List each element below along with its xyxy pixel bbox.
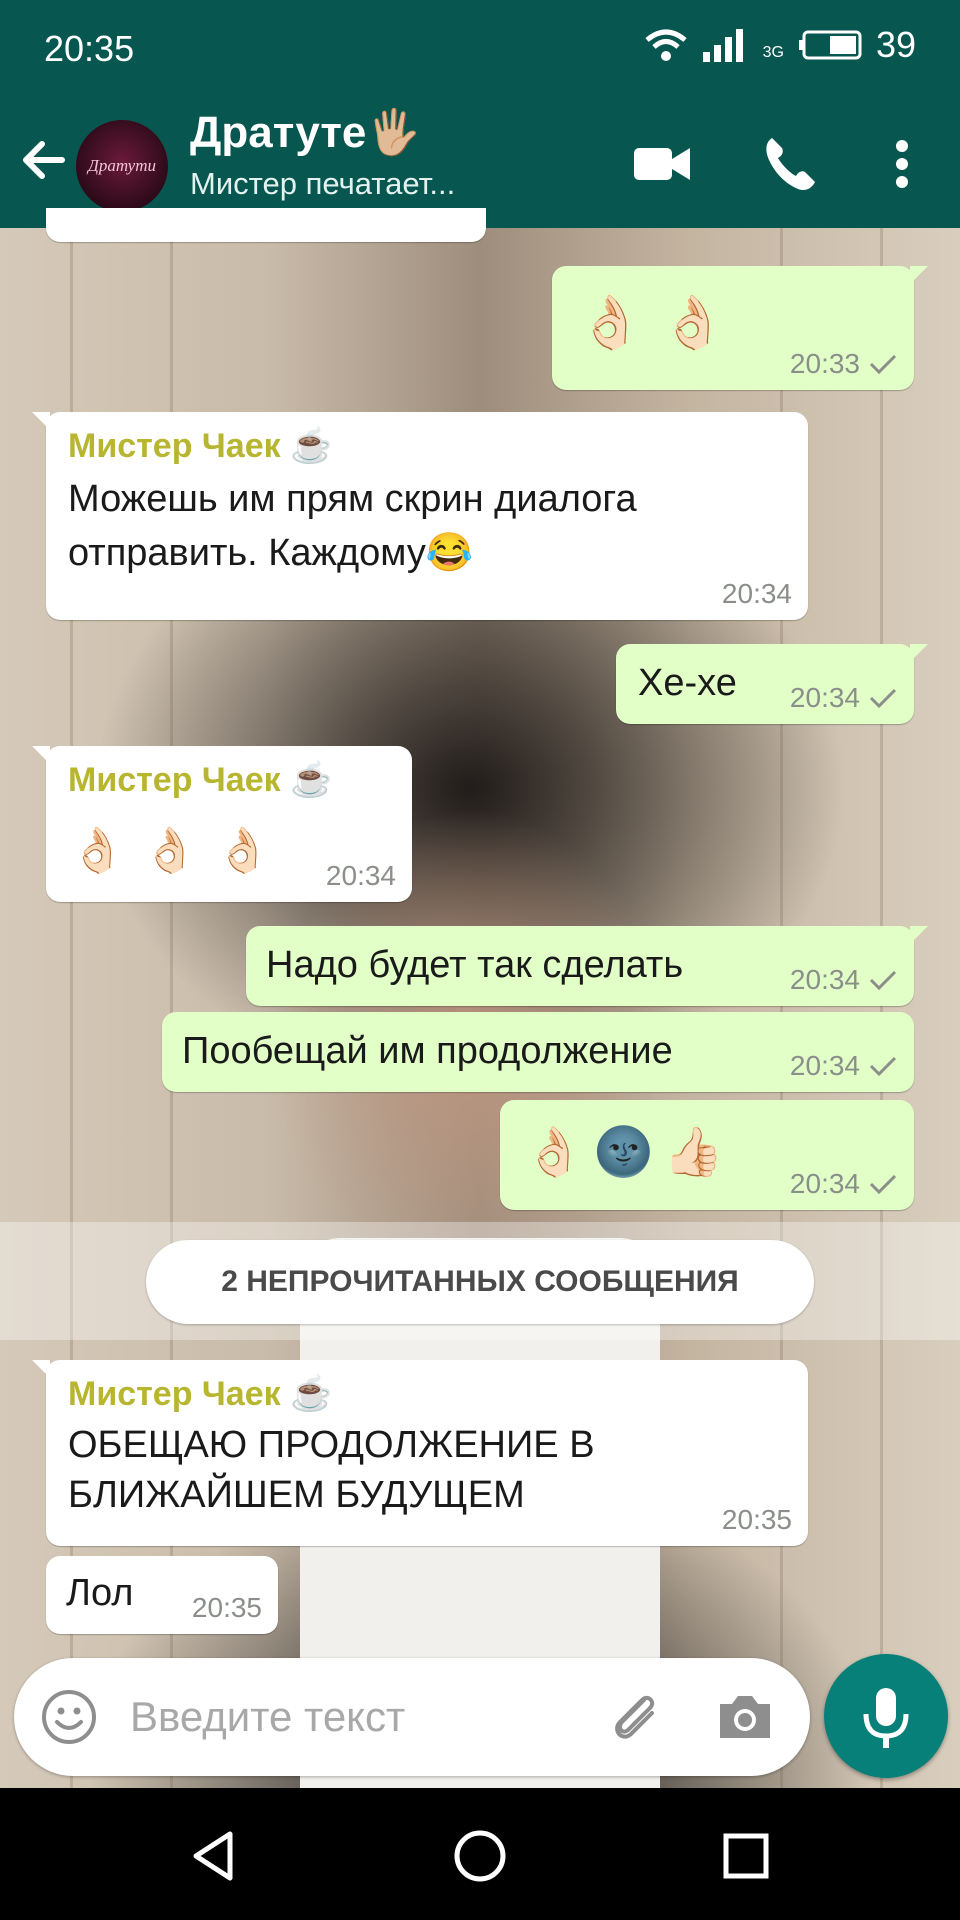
nav-home-icon[interactable] bbox=[448, 1824, 512, 1888]
chat-avatar[interactable]: Дратути bbox=[76, 120, 168, 212]
message-text: Надо будет так сделать bbox=[266, 944, 684, 986]
message-bubble[interactable]: Мистер Чаек ☕ ОБЕЩАЮ ПРОДОЛЖЕНИЕ В БЛИЖА… bbox=[32, 1360, 808, 1546]
message-emoji: 👌🏻👌🏻👌🏻 bbox=[70, 826, 289, 875]
message-text: Лол bbox=[66, 1572, 134, 1614]
sent-check-icon bbox=[869, 1174, 897, 1195]
sent-check-icon bbox=[869, 354, 897, 375]
signal-icon bbox=[702, 29, 743, 62]
bubble-tail bbox=[910, 266, 928, 284]
more-vert-icon[interactable] bbox=[870, 132, 934, 196]
message-composer bbox=[14, 1658, 810, 1776]
message-emoji: 👌🏻👌🏻 bbox=[578, 294, 744, 352]
back-arrow-icon[interactable] bbox=[14, 130, 74, 190]
avatar-text: Дратути bbox=[88, 156, 156, 175]
nav-recents-icon[interactable] bbox=[714, 1824, 778, 1888]
sent-check-icon bbox=[869, 1056, 897, 1077]
message-text: ОБЕЩАЮ ПРОДОЛЖЕНИЕ В БЛИЖАЙШЕМ БУДУЩЕМ bbox=[68, 1424, 595, 1516]
emoji-icon[interactable] bbox=[40, 1688, 98, 1746]
message-meta: 20:34 bbox=[326, 860, 396, 892]
battery-icon bbox=[798, 30, 862, 60]
message-bubble[interactable]: 👌🏻👌🏻 20:33 bbox=[552, 266, 928, 390]
status-indicators: 3G 39 bbox=[644, 24, 916, 66]
attach-icon[interactable] bbox=[604, 1686, 666, 1748]
wifi-icon bbox=[644, 29, 687, 61]
unread-messages-label: 2 НЕПРОЧИТАННЫХ СООБЩЕНИЯ bbox=[146, 1240, 814, 1324]
message-time: 20:34 bbox=[789, 1168, 860, 1199]
message-bubble[interactable]: Надо будет так сделать 20:34 bbox=[246, 926, 928, 1006]
sender-name[interactable]: Мистер Чаек ☕ bbox=[68, 426, 768, 466]
message-text: Можешь им прям скрин диалога отправить. … bbox=[68, 478, 637, 574]
video-call-icon[interactable] bbox=[630, 132, 694, 196]
message-meta: 20:34 bbox=[722, 578, 792, 610]
bubble-tail bbox=[910, 644, 928, 662]
sent-check-icon bbox=[869, 688, 897, 709]
wallpaper-stripe bbox=[880, 228, 883, 1788]
message-meta: 20:34 bbox=[790, 1050, 898, 1082]
message-time: 20:34 bbox=[789, 964, 860, 995]
voice-record-button[interactable] bbox=[824, 1654, 948, 1778]
message-text: Пообещай им продолжение bbox=[182, 1030, 673, 1072]
camera-icon[interactable] bbox=[714, 1688, 776, 1746]
message-meta: 20:35 bbox=[722, 1504, 792, 1536]
message-time: 20:34 bbox=[721, 578, 792, 609]
message-bubble[interactable]: Мистер Чаек ☕ 👌🏻👌🏻👌🏻 20:34 bbox=[32, 746, 412, 902]
microphone-icon bbox=[863, 1688, 909, 1748]
message-time: 20:34 bbox=[325, 860, 396, 891]
message-meta: 20:35 bbox=[192, 1592, 262, 1624]
chat-screen: 20:35 3G 39 Дратути Дратуте🖐🏼 Мистер печ… bbox=[0, 0, 960, 1920]
message-meta: 20:33 bbox=[790, 348, 898, 380]
message-bubble[interactable]: Пообещай им продолжение 20:34 bbox=[162, 1012, 914, 1092]
message-bubble[interactable]: 👌🏻🌚👍🏻 20:34 bbox=[500, 1100, 914, 1210]
message-bubble[interactable]: Лол 20:35 bbox=[46, 1556, 278, 1634]
system-navigation-bar bbox=[0, 1788, 960, 1920]
bubble-tail bbox=[32, 1360, 50, 1378]
nav-back-icon[interactable] bbox=[182, 1824, 246, 1888]
message-bubble[interactable]: Хе-хе 20:34 bbox=[616, 644, 928, 724]
status-bar: 20:35 3G 39 bbox=[0, 0, 960, 100]
message-time: 20:34 bbox=[789, 1050, 860, 1081]
bubble-tail bbox=[32, 746, 50, 764]
sender-name[interactable]: Мистер Чаек ☕ bbox=[68, 760, 332, 800]
message-meta: 20:34 bbox=[790, 1168, 898, 1200]
bubble-tail bbox=[32, 412, 50, 430]
sender-name[interactable]: Мистер Чаек ☕ bbox=[68, 1374, 668, 1414]
message-emoji: 👌🏻🌚👍🏻 bbox=[524, 1126, 734, 1179]
message-time: 20:33 bbox=[789, 348, 860, 379]
partial-message-bubble bbox=[46, 208, 486, 242]
status-time: 20:35 bbox=[44, 28, 135, 69]
battery-level: 39 bbox=[875, 24, 916, 65]
network-type-label: 3G bbox=[762, 44, 784, 61]
message-meta: 20:34 bbox=[790, 964, 898, 996]
chat-title[interactable]: Дратуте🖐🏼 bbox=[190, 106, 421, 158]
message-text: Хе-хе bbox=[638, 662, 737, 704]
bubble-tail bbox=[910, 926, 928, 944]
phone-icon[interactable] bbox=[756, 132, 820, 196]
message-time: 20:35 bbox=[721, 1504, 792, 1535]
message-time: 20:34 bbox=[789, 682, 860, 713]
message-bubble[interactable]: Мистер Чаек ☕ Можешь им прям скрин диало… bbox=[32, 412, 808, 620]
message-time: 20:35 bbox=[191, 1592, 262, 1623]
message-meta: 20:34 bbox=[790, 682, 898, 714]
typing-status: Мистер печатает... bbox=[190, 166, 456, 201]
message-input[interactable] bbox=[128, 1686, 602, 1748]
sent-check-icon bbox=[869, 970, 897, 991]
